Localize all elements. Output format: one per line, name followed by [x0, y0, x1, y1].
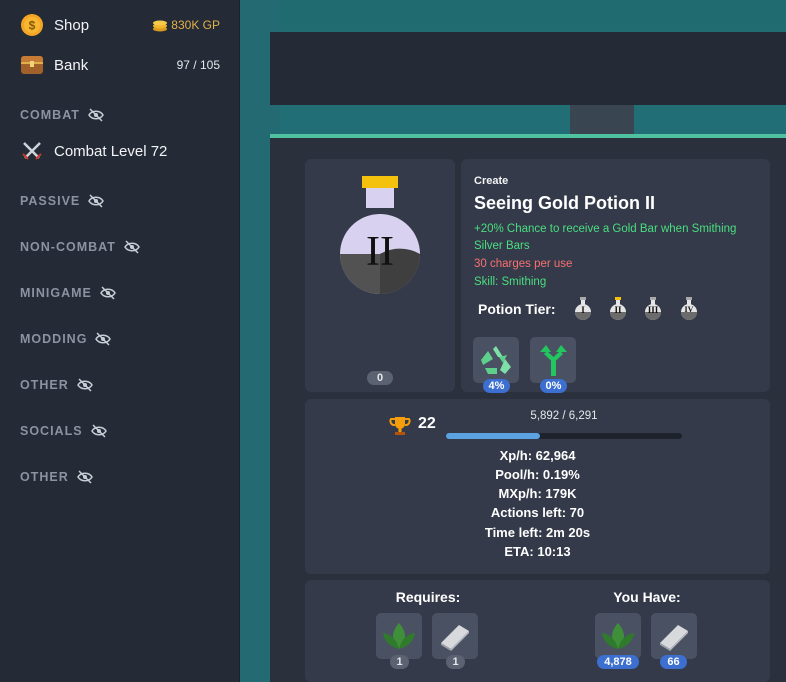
tier-numeral: I	[581, 305, 585, 315]
category-label: MODDING	[20, 332, 88, 346]
eye-off-icon[interactable]	[76, 470, 93, 484]
mastery-xp-text: 5,892 / 6,291	[530, 410, 598, 422]
top-header-bar	[270, 32, 786, 105]
mastery-progress-fill	[446, 433, 541, 439]
crossed-swords-icon	[22, 142, 42, 160]
combat-level-label: Combat Level 72	[54, 142, 168, 160]
effect-text: +20% Chance to receive a Gold Bar when S…	[474, 223, 737, 235]
eye-off-icon[interactable]	[100, 286, 116, 300]
owned-item-silver-bar[interactable]	[651, 613, 697, 659]
category-other[interactable]: OTHER	[20, 378, 93, 392]
eye-off-icon[interactable]	[95, 332, 112, 346]
silver-bar-icon	[660, 625, 688, 651]
tier-numeral: II	[614, 305, 622, 315]
category-socials[interactable]: SOCIALS	[20, 424, 107, 438]
herb-icon	[602, 623, 634, 649]
required-qty: 1	[446, 655, 465, 669]
tier-4-button[interactable]: IV	[678, 296, 700, 322]
category-non-combat[interactable]: NON-COMBAT	[20, 240, 140, 254]
eye-off-icon[interactable]	[88, 108, 104, 122]
category-label: PASSIVE	[20, 194, 81, 208]
owned-item-herb[interactable]	[595, 613, 641, 659]
tier-numeral: III	[647, 305, 659, 315]
owned-count-badge: 0	[367, 371, 393, 385]
required-qty: 1	[390, 655, 409, 669]
category-label: OTHER	[20, 378, 69, 392]
xp-per-hour: Xp/h: 62,964	[499, 448, 576, 463]
sidebar: $ Shop 830K GP Bank 97 / 105 COMBAT Comb…	[0, 0, 240, 682]
owned-qty: 4,878	[597, 655, 639, 669]
skill-text: Skill: Smithing	[474, 276, 547, 288]
gp-amount: 830K GP	[171, 18, 220, 32]
preserve-chance-slot[interactable]	[473, 337, 519, 383]
recipe-title: Seeing Gold Potion II	[474, 193, 656, 213]
you-have-label: You Have:	[613, 589, 681, 605]
eye-off-icon[interactable]	[88, 194, 105, 208]
tier-2-button[interactable]: II	[607, 296, 629, 322]
silver-bar-icon	[441, 625, 469, 651]
pool-per-hour: Pool/h: 0.19%	[495, 467, 580, 482]
eta: ETA: 10:13	[504, 544, 571, 559]
actions-left: Actions left: 70	[490, 505, 585, 520]
gold-coins-icon	[153, 20, 168, 32]
sidebar-item-label: Bank	[54, 56, 89, 74]
eye-off-icon[interactable]	[90, 424, 107, 438]
owned-qty: 66	[660, 655, 687, 669]
tier-3-button[interactable]: III	[642, 296, 664, 322]
preserve-chance-badge: 4%	[483, 379, 510, 393]
svg-text:$: $	[29, 19, 36, 33]
requires-label: Requires:	[395, 589, 461, 605]
category-modding[interactable]: MODDING	[20, 332, 112, 346]
effect-text-cont: Silver Bars	[474, 240, 530, 252]
bank-count: 97 / 105	[176, 58, 220, 72]
category-label: NON-COMBAT	[20, 240, 116, 254]
mastery-level: 22	[418, 415, 436, 432]
coin-icon: $	[21, 14, 43, 36]
trophy-icon	[389, 417, 411, 435]
eye-off-icon[interactable]	[76, 378, 93, 392]
category-label: MINIGAME	[20, 286, 92, 300]
double-chance-slot[interactable]	[530, 337, 576, 383]
eye-off-icon[interactable]	[123, 240, 140, 254]
mastery-progress-bar	[446, 433, 682, 439]
sidebar-item-shop[interactable]: $ Shop 830K GP	[0, 5, 240, 45]
chest-icon	[21, 56, 43, 74]
tier-1-button[interactable]: I	[572, 296, 594, 322]
recycle-icon	[481, 346, 511, 374]
potion-tier-numeral: II	[366, 229, 394, 275]
mxp-per-hour: MXp/h: 179K	[498, 486, 577, 501]
charges-text: 30 charges per use	[474, 258, 573, 270]
category-label: SOCIALS	[20, 424, 83, 438]
tier-numeral: IV	[684, 305, 694, 314]
required-item-silver-bar[interactable]	[432, 613, 478, 659]
category-label: OTHER	[20, 470, 69, 484]
category-passive[interactable]: PASSIVE	[20, 194, 105, 208]
time-left: Time left: 2m 20s	[484, 525, 591, 540]
herb-icon	[383, 623, 415, 649]
double-chance-badge: 0%	[540, 379, 567, 393]
category-label: COMBAT	[20, 108, 80, 122]
gp-display: 830K GP	[152, 18, 220, 32]
potion-tier-label: Potion Tier:	[478, 301, 556, 317]
required-item-herb[interactable]	[376, 613, 422, 659]
create-label: Create	[474, 175, 509, 187]
split-arrow-icon	[540, 345, 567, 376]
sidebar-item-label: Shop	[54, 16, 90, 34]
category-combat[interactable]: COMBAT	[20, 108, 104, 122]
sidebar-item-combat-level[interactable]: Combat Level 72	[0, 131, 240, 171]
category-other-2[interactable]: OTHER	[20, 470, 93, 484]
category-minigame[interactable]: MINIGAME	[20, 286, 116, 300]
sidebar-item-bank[interactable]: Bank 97 / 105	[0, 45, 240, 85]
